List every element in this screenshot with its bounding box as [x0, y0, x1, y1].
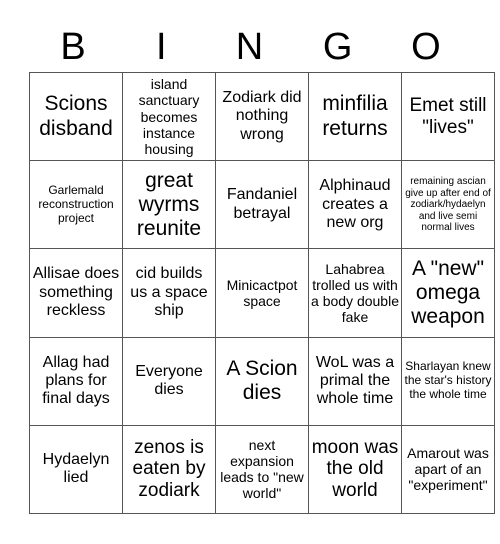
bingo-cell[interactable]: cid builds us a space ship	[122, 248, 216, 338]
bingo-board: Scions disband island sanctuary becomes …	[29, 71, 495, 515]
bingo-cell[interactable]: next expansion leads to "new world"	[215, 424, 309, 515]
bingo-cell[interactable]: island sanctuary becomes instance housin…	[122, 71, 216, 162]
bingo-cell[interactable]: moon was the old world	[308, 424, 402, 515]
bingo-cell[interactable]: Zodiark did nothing wrong	[215, 71, 309, 162]
header-letter-n: N	[235, 26, 264, 68]
header-letter-o: O	[411, 26, 441, 68]
bingo-cell[interactable]: great wyrms reunite	[122, 160, 216, 250]
board-row: Allisae does something reckless cid buil…	[29, 248, 495, 338]
bingo-cell[interactable]: Fandaniel betrayal	[215, 160, 309, 250]
header-letter-b: B	[60, 26, 86, 68]
header-letter-g: G	[322, 26, 353, 68]
board-row: Hydaelyn lied zenos is eaten by zodiark …	[29, 424, 495, 515]
bingo-cell[interactable]: WoL was a primal the whole time	[308, 336, 402, 426]
bingo-cell[interactable]: minfilia returns	[308, 71, 402, 162]
bingo-cell[interactable]: Minicactpot space	[215, 248, 309, 338]
bingo-cell[interactable]: zenos is eaten by zodiark	[122, 424, 216, 515]
bingo-cell[interactable]: A Scion dies	[215, 336, 309, 426]
board-row: Scions disband island sanctuary becomes …	[29, 71, 495, 162]
bingo-cell[interactable]: remaining ascian give up after end of zo…	[401, 160, 495, 250]
bingo-cell[interactable]: Hydaelyn lied	[29, 424, 123, 515]
header-letter-i: I	[156, 26, 167, 68]
bingo-cell[interactable]: A "new" omega weapon	[401, 248, 495, 338]
bingo-cell[interactable]: Emet still "lives"	[401, 71, 495, 162]
board-row: Allag had plans for final days Everyone …	[29, 336, 495, 426]
bingo-cell[interactable]: Alphinaud creates a new org	[308, 160, 402, 250]
bingo-header: B I N G O	[29, 22, 470, 72]
bingo-cell[interactable]: Sharlayan knew the star's history the wh…	[401, 336, 495, 426]
bingo-cell[interactable]: Allisae does something reckless	[29, 248, 123, 338]
bingo-cell[interactable]: Garlemald reconstruction project	[29, 160, 123, 250]
bingo-cell[interactable]: Amarout was apart of an "experiment"	[401, 424, 495, 515]
bingo-cell[interactable]: Scions disband	[29, 71, 123, 162]
bingo-cell[interactable]: Allag had plans for final days	[29, 336, 123, 426]
board-row: Garlemald reconstruction project great w…	[29, 160, 495, 250]
bingo-cell[interactable]: Lahabrea trolled us with a body double f…	[308, 248, 402, 338]
bingo-cell[interactable]: Everyone dies	[122, 336, 216, 426]
